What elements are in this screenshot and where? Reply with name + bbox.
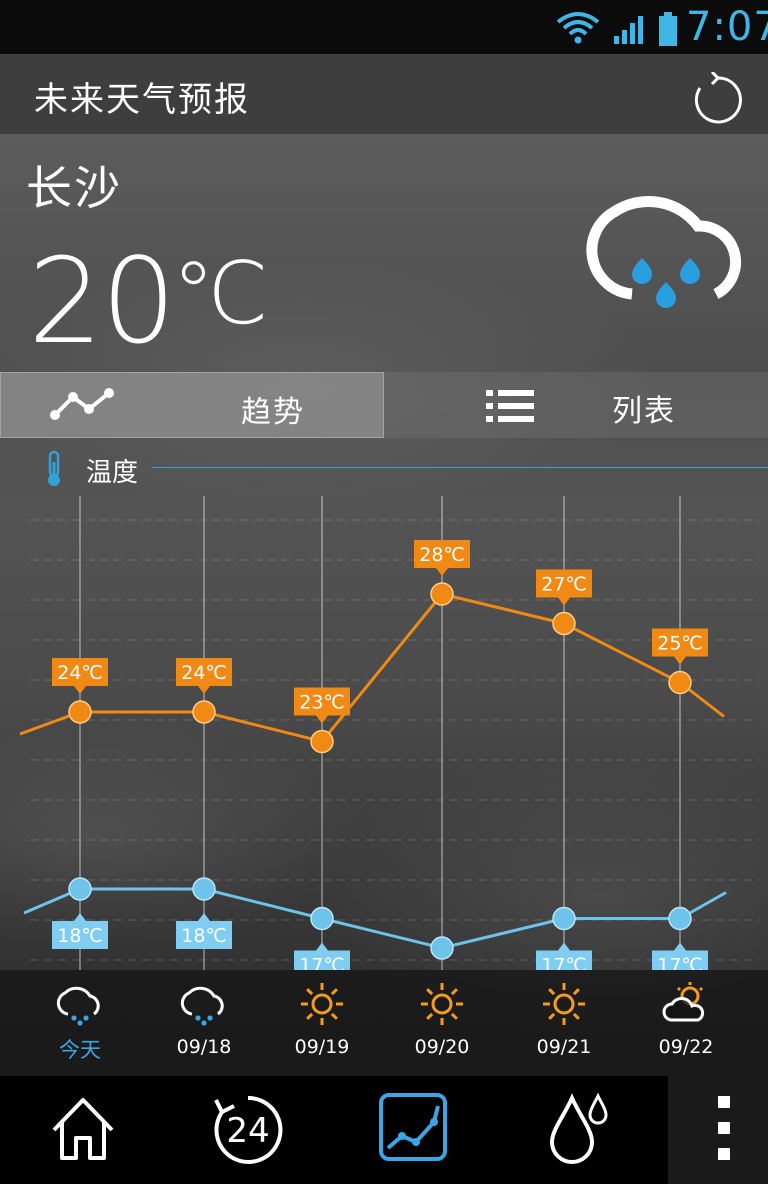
high-temp-point (68, 700, 92, 724)
forecast-day-label: 今天 (59, 1038, 101, 1062)
low-temp-line (23, 887, 727, 950)
high-temp-label: 27℃ (541, 574, 587, 596)
forecast-day-label: 09/19 (294, 1036, 350, 1058)
forecast-day[interactable]: 09/19 (262, 970, 382, 1076)
cloud-rain-icon (586, 195, 742, 308)
signal-icon (614, 16, 643, 44)
high-temp-point (310, 729, 334, 754)
sun-icon (538, 980, 590, 1028)
forecast-day-label: 09/22 (658, 1036, 714, 1058)
nav-trend-button[interactable] (370, 1076, 466, 1184)
temp-label-pointer (198, 913, 210, 921)
high-temp-label: 25℃ (657, 633, 703, 655)
high-temp-label: 28℃ (419, 544, 465, 566)
high-temp-point (552, 611, 576, 636)
wifi-icon (556, 12, 600, 44)
trend-chart-icon (379, 1093, 447, 1161)
status-bar: 7:07 (0, 0, 768, 54)
low-temp-point (310, 906, 334, 931)
temp-label-pointer (74, 913, 86, 921)
tab-label: 列表 (612, 394, 676, 429)
low-temp-label: 18℃ (181, 925, 227, 947)
list-icon (486, 390, 534, 422)
temp-label-pointer (198, 686, 210, 694)
temp-label-pointer (74, 686, 86, 694)
tab-trend[interactable]: 趋势 (0, 372, 384, 438)
temp-label-pointer (316, 942, 328, 951)
temp-label-pointer (558, 597, 570, 606)
low-temp-point (68, 877, 92, 901)
low-temp-point (552, 906, 576, 931)
city-name: 长沙 (26, 161, 122, 215)
forecast-day[interactable]: 09/20 (382, 970, 502, 1076)
high-temp-point (192, 700, 216, 724)
forecast-day[interactable]: 09/22 (626, 970, 746, 1076)
low-temp-label: 17℃ (541, 955, 587, 971)
partly-cloudy-icon (660, 980, 712, 1028)
high-temp-line (19, 592, 725, 744)
forecast-day[interactable]: 今天 (20, 970, 140, 1076)
low-temp-label: 18℃ (57, 925, 103, 947)
high-temp-label: 23℃ (299, 692, 345, 714)
humidity-icon (549, 1092, 608, 1164)
low-temp-label: 17℃ (299, 955, 345, 971)
temp-label-pointer (674, 656, 686, 665)
battery-icon (659, 12, 677, 46)
sun-icon (296, 980, 348, 1028)
temp-label-pointer (674, 942, 686, 951)
status-time: 7:07 (686, 4, 768, 50)
forecast-day[interactable]: 09/18 (144, 970, 264, 1076)
temperature-section-label: 温度 (86, 458, 139, 488)
forecast-day-label: 09/21 (536, 1036, 592, 1058)
forecast-day[interactable]: 09/21 (504, 970, 624, 1076)
24-hour-label: 24 (226, 1111, 269, 1151)
nav-24-hour-button[interactable]: 24 (200, 1076, 296, 1184)
sun-icon (416, 980, 468, 1028)
thermometer-icon (48, 450, 60, 486)
low-temp-point (430, 936, 454, 960)
tab-list[interactable]: 列表 (384, 372, 768, 438)
tab-label: 趋势 (241, 395, 305, 430)
bottom-nav: 24 (0, 1076, 768, 1184)
temp-label-pointer (436, 568, 448, 576)
temperature-unit: ℃ (172, 244, 269, 344)
refresh-icon[interactable] (690, 72, 746, 130)
view-tabs: 趋势 列表 (0, 372, 768, 438)
temperature-trend-chart: 24℃24℃23℃28℃27℃25℃18℃18℃17℃16℃17℃17℃ (19, 496, 760, 971)
current-temperature: 20 (28, 232, 176, 370)
section-divider (152, 467, 768, 468)
low-temp-label: 17℃ (657, 955, 703, 971)
high-temp-point (430, 582, 454, 606)
app-bar: 未来天气预报 (0, 54, 768, 134)
low-temp-point (668, 906, 692, 931)
low-temp-point (192, 877, 216, 901)
temp-label-pointer (558, 942, 570, 951)
high-temp-label: 24℃ (181, 662, 227, 684)
nav-home-button[interactable] (40, 1076, 130, 1184)
cloud-rain-icon (178, 980, 230, 1028)
more-options-button[interactable] (668, 1076, 768, 1184)
forecast-day-label: 09/20 (414, 1036, 470, 1058)
forecast-day-strip: 今天 09/18 09/19 09/20 09/21 09/22 (0, 970, 768, 1076)
high-temp-point (668, 670, 692, 695)
nav-humidity-button[interactable] (540, 1076, 620, 1184)
trend-line-icon (50, 388, 114, 420)
forecast-day-label: 09/18 (176, 1036, 232, 1058)
home-icon (52, 1098, 114, 1160)
page-title: 未来天气预报 (34, 80, 250, 120)
cloud-rain-icon (54, 980, 106, 1028)
high-temp-label: 24℃ (57, 662, 103, 684)
24-hour-icon: 24 (214, 1095, 283, 1164)
